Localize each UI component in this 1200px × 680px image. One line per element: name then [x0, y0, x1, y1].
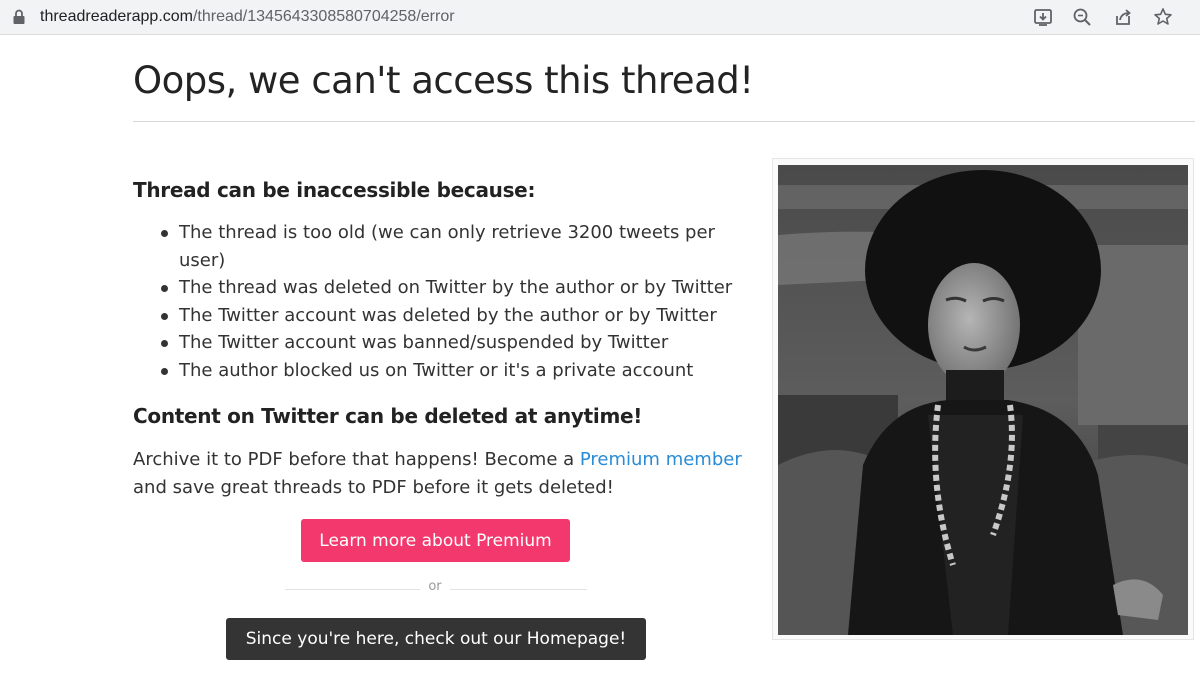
reaction-photo	[778, 165, 1188, 635]
divider-line-left	[285, 589, 420, 590]
premium-member-link[interactable]: Premium member	[580, 449, 742, 470]
reasons-heading: Thread can be inaccessible because:	[133, 178, 536, 202]
reason-text: The Twitter account was deleted by the a…	[179, 304, 717, 326]
lock-icon[interactable]	[12, 9, 26, 25]
reasons-list: The thread is too old (we can only retri…	[133, 219, 743, 384]
install-app-icon[interactable]	[1032, 6, 1054, 28]
reaction-image-frame	[772, 158, 1194, 640]
share-icon[interactable]	[1112, 6, 1134, 28]
reason-text: The Twitter account was banned/suspended…	[179, 332, 669, 353]
list-item: The thread is too old (we can only retri…	[133, 219, 743, 274]
list-item: The Twitter account was deleted by the a…	[133, 302, 743, 330]
url-path: /thread/1345643308580704258/error	[192, 8, 455, 25]
reason-text: The author blocked us on Twitter or it's…	[179, 359, 694, 381]
address-bar[interactable]: threadreaderapp.com/thread/1345643308580…	[0, 0, 1200, 35]
divider-or-text: or	[428, 579, 442, 594]
url-host: threadreaderapp.com	[40, 8, 193, 25]
archive-text-before: Archive it to PDF before that happens! B…	[133, 449, 580, 470]
divider-line-right	[450, 589, 587, 590]
reason-text: The thread was deleted on Twitter by the…	[179, 277, 733, 298]
archive-paragraph: Archive it to PDF before that happens! B…	[133, 446, 753, 502]
zoom-icon[interactable]	[1071, 6, 1093, 28]
homepage-button[interactable]: Since you're here, check out our Homepag…	[226, 618, 646, 660]
list-item: The author blocked us on Twitter or it's…	[133, 357, 743, 385]
title-divider	[133, 121, 1195, 122]
page-title: Oops, we can't access this thread!	[133, 59, 754, 102]
deleted-heading: Content on Twitter can be deleted at any…	[133, 404, 643, 428]
bookmark-star-icon[interactable]	[1152, 6, 1174, 28]
url-text[interactable]: threadreaderapp.com/thread/1345643308580…	[40, 7, 455, 27]
reason-text: The thread is too old (we can only retri…	[179, 222, 715, 271]
list-item: The thread was deleted on Twitter by the…	[133, 274, 743, 302]
list-item: The Twitter account was banned/suspended…	[133, 329, 743, 357]
learn-premium-button[interactable]: Learn more about Premium	[301, 519, 570, 562]
archive-text-after: and save great threads to PDF before it …	[133, 477, 614, 498]
